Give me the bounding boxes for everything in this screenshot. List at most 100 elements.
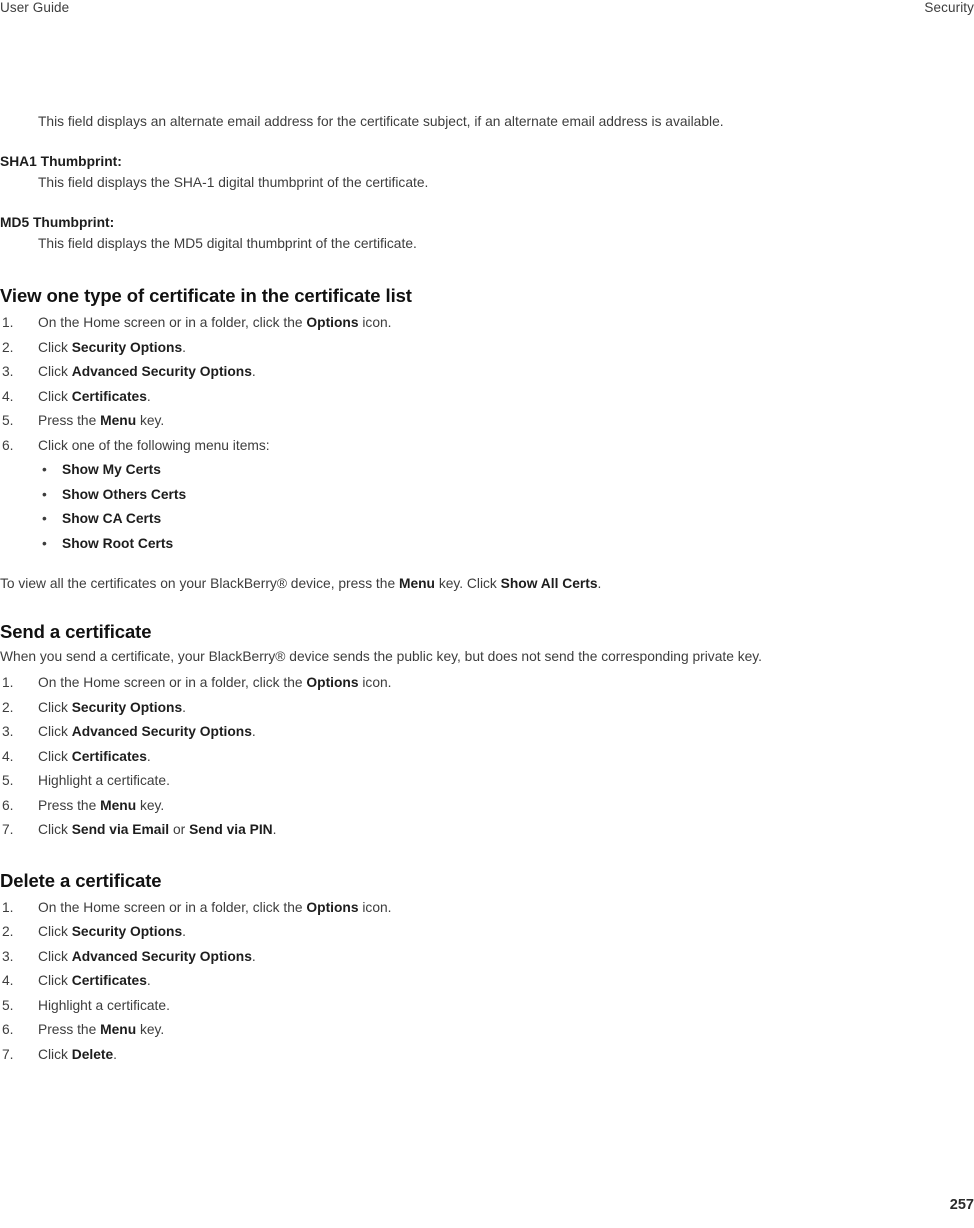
definition-list: SHA1 Thumbprint: This field displays the … [0, 152, 974, 253]
step-number: 3. [2, 364, 14, 379]
step-ui-label: Security Options [71, 699, 183, 715]
procedure-step: 3. Click Advanced Security Options. [0, 720, 974, 745]
note-text: . [597, 576, 602, 591]
step-number: 1. [2, 675, 14, 690]
step-text: Click [38, 822, 72, 837]
menu-item-label: Show My Certs [62, 462, 161, 477]
step-text: Press the [38, 1022, 101, 1037]
note-ui-label: Menu [398, 576, 435, 591]
step-number: 6. [2, 797, 14, 813]
menu-item-bullet: • Show Root Certs [0, 532, 974, 557]
step-number: 5. [2, 997, 14, 1013]
page-number: 257 [949, 1197, 974, 1213]
step-text: . [146, 748, 151, 764]
bullet-dot-icon: • [42, 511, 47, 526]
step-text: Click [38, 948, 72, 964]
step-text: key. [136, 797, 165, 813]
procedure-step: 1. On the Home screen or in a folder, cli… [0, 671, 974, 696]
step-text: Click [38, 388, 72, 404]
procedure-step: 4. Click Certificates. [0, 385, 974, 410]
menu-item-label: Show Root Certs [62, 535, 174, 551]
step-ui-label: Send via PIN [189, 822, 273, 837]
step-number: 5. [2, 773, 14, 788]
step-text: On the Home screen or in a folder, click… [38, 675, 307, 690]
step-text: . [113, 1046, 117, 1062]
step-ui-label: Send via Email [71, 822, 170, 837]
menu-item-label: Show CA Certs [62, 511, 162, 526]
procedure-step: 2. Click Security Options. [0, 920, 974, 945]
step-ui-label: Certificates [71, 748, 147, 764]
bullet-dot-icon: • [42, 535, 47, 551]
document-section: Send a certificate When you send a certif… [0, 620, 974, 869]
step-ui-label: Advanced Security Options [71, 364, 252, 379]
running-header-right: Security [924, 0, 974, 15]
section-heading: Delete a certificate [0, 869, 162, 891]
document-page: User Guide Security This field displays … [0, 0, 974, 1228]
step-text: icon. [358, 675, 392, 690]
note-text: key. Click [434, 576, 501, 591]
procedure-step: 5. Highlight a certificate. [0, 994, 974, 1019]
section-intro-paragraph: When you send a certificate, your BlackB… [0, 649, 762, 664]
step-ui-label: Certificates [71, 973, 147, 988]
procedure-step: 6. Press the Menu key. [0, 1018, 974, 1043]
page-content: This field displays an alternate email a… [0, 112, 974, 1093]
step-number: 4. [2, 973, 14, 988]
step-text: On the Home screen or in a folder, click… [38, 899, 307, 915]
step-ui-label: Certificates [71, 388, 147, 404]
document-section: View one type of certificate in the cert… [0, 284, 974, 620]
step-text: Click [38, 973, 72, 988]
section-heading: Send a certificate [0, 621, 152, 642]
step-text: Click [38, 748, 72, 764]
definition-block-alternate-email: This field displays an alternate email a… [0, 112, 974, 131]
step-text: icon. [358, 899, 392, 915]
procedure-step: 6. Press the Menu key. [0, 794, 974, 819]
procedure-steps: 1. On the Home screen or in a folder, cli… [0, 311, 974, 458]
step-text: Click [38, 724, 72, 739]
step-text: Click [38, 924, 72, 939]
step-text: Highlight a certificate. [38, 773, 170, 788]
step-ui-label: Menu [100, 1022, 137, 1037]
step-text: or [169, 822, 190, 837]
step-number: 4. [2, 748, 14, 764]
step-text: Click [38, 699, 72, 715]
procedure-steps: 1. On the Home screen or in a folder, cli… [0, 671, 974, 843]
procedure-step: 1. On the Home screen or in a folder, cli… [0, 896, 974, 921]
procedure-step: 3. Click Advanced Security Options. [0, 360, 974, 385]
definition-block: MD5 Thumbprint: This field displays the M… [0, 213, 974, 253]
procedure-step: 3. Click Advanced Security Options. [0, 945, 974, 970]
step-text: On the Home screen or in a folder, click… [38, 315, 307, 330]
step-ui-label: Options [306, 899, 359, 915]
step-text: . [251, 364, 256, 379]
step-number: 2. [2, 699, 14, 715]
step-text: . [251, 724, 256, 739]
step-text: Click [38, 339, 72, 355]
step-ui-label: Options [306, 315, 359, 330]
step-number: 7. [2, 822, 14, 837]
note-ui-label: Show All Certs [500, 576, 598, 591]
definition-description: This field displays an alternate email a… [38, 114, 724, 129]
step-number: 1. [2, 315, 14, 330]
procedure-step: 4. Click Certificates. [0, 745, 974, 770]
step-number: 7. [2, 1046, 14, 1062]
procedure-step: 4. Click Certificates. [0, 969, 974, 994]
step-text: . [182, 699, 186, 715]
step-ui-label: Security Options [71, 339, 183, 355]
menu-item-bullet: • Show My Certs [0, 458, 974, 483]
step-number: 5. [2, 413, 14, 428]
bullet-dot-icon: • [42, 462, 47, 477]
menu-item-bullet: • Show CA Certs [0, 507, 974, 532]
step-text: Press the [38, 413, 101, 428]
procedure-step: 7. Click Delete. [0, 1043, 974, 1068]
procedure-step: 7. Click Send via Email or Send via PIN. [0, 818, 974, 843]
definition-description: This field displays the MD5 digital thum… [38, 236, 417, 251]
step-number: 6. [2, 1022, 14, 1037]
section-list: View one type of certificate in the cert… [0, 284, 974, 1093]
step-ui-label: Menu [100, 797, 137, 813]
step-number: 4. [2, 388, 14, 404]
step-text: . [182, 924, 186, 939]
step-text: Click one of the following menu items: [38, 437, 270, 453]
